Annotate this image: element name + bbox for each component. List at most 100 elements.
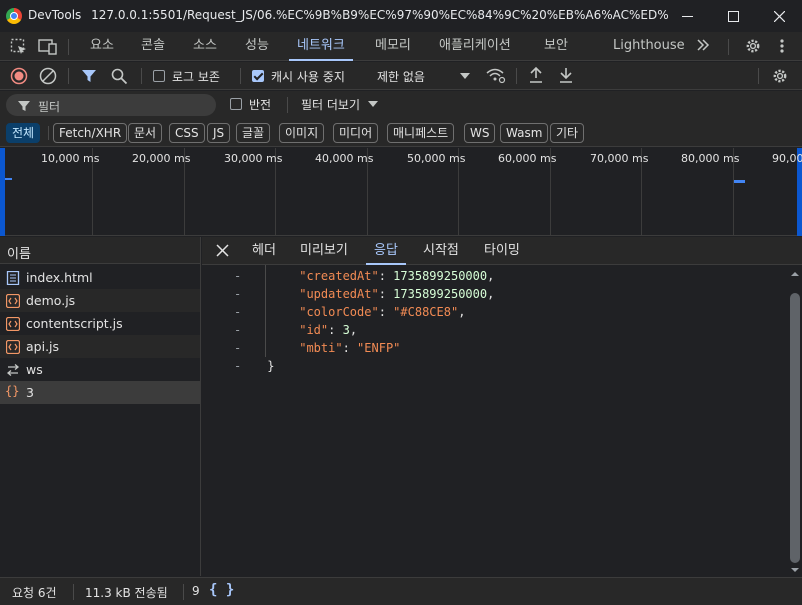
gear-icon: [746, 39, 760, 53]
response-scrollbar[interactable]: [788, 265, 802, 576]
invert-checkbox[interactable]: [230, 98, 242, 110]
chip-js[interactable]: JS: [207, 123, 231, 143]
code-line: -}: [234, 359, 274, 373]
fold-marker: -: [234, 305, 242, 319]
request-row[interactable]: demo.js: [0, 289, 200, 312]
code-line: - "id": 3,: [234, 323, 358, 337]
chip-media[interactable]: 미디어: [333, 123, 379, 143]
json-key: "mbti": [299, 341, 343, 355]
more-tabs-button[interactable]: [695, 37, 711, 57]
network-settings-button[interactable]: [771, 67, 789, 88]
import-har-button[interactable]: [528, 66, 544, 87]
minimize-button[interactable]: [664, 0, 710, 32]
tab-performance[interactable]: 성능: [245, 32, 269, 61]
throttling-select[interactable]: 제한 없음: [377, 62, 472, 90]
chip-fetch-xhr[interactable]: Fetch/XHR: [53, 123, 128, 143]
close-icon: [773, 10, 785, 22]
tab-security[interactable]: 보안: [544, 32, 568, 61]
scroll-up-arrow-icon[interactable]: [788, 269, 802, 279]
tab-headers[interactable]: 헤더: [252, 237, 276, 265]
timeline-left-handle[interactable]: [0, 148, 5, 236]
filter-input[interactable]: 필터: [6, 94, 216, 116]
kebab-menu-icon: [780, 39, 784, 53]
tab-application[interactable]: 애플리케이션: [439, 32, 511, 61]
request-row[interactable]: index.html: [0, 266, 200, 289]
scroll-thumb[interactable]: [790, 293, 800, 563]
scroll-down-arrow-icon[interactable]: [788, 565, 802, 575]
disable-cache-checkbox[interactable]: [252, 70, 264, 82]
close-detail-button[interactable]: [216, 244, 229, 260]
timeline-overview[interactable]: 10,000 ms 20,000 ms 30,000 ms 40,000 ms …: [0, 148, 802, 236]
tab-response[interactable]: 응답: [366, 237, 406, 265]
code-line: - "mbti": "ENFP": [234, 341, 401, 355]
json-value: "ENFP": [357, 341, 401, 355]
timeline-request-bar: [734, 180, 745, 183]
close-window-button[interactable]: [756, 0, 802, 32]
export-har-button[interactable]: [558, 66, 574, 87]
caret-down-icon: [460, 73, 470, 79]
preserve-log-label: 로그 보존: [172, 70, 220, 84]
request-name: ws: [26, 362, 43, 377]
tab-memory[interactable]: 메모리: [375, 32, 411, 61]
minimize-icon: [681, 15, 693, 17]
chip-all[interactable]: 전체: [6, 123, 41, 143]
divider: [183, 584, 184, 600]
more-filters-label: 필터 더보기: [301, 98, 361, 112]
tab-sources[interactable]: 소스: [193, 32, 217, 61]
upload-icon: [530, 66, 542, 83]
wifi-settings-icon: [486, 68, 506, 84]
chip-other[interactable]: 기타: [550, 123, 585, 143]
tab-timing[interactable]: 타이밍: [484, 237, 520, 265]
record-button[interactable]: [10, 67, 28, 88]
tab-network[interactable]: 네트워크: [289, 32, 353, 61]
divider: [728, 39, 729, 55]
chip-image[interactable]: 이미지: [279, 123, 325, 143]
clear-button[interactable]: [39, 67, 57, 88]
timeline-tick-label: 40,000 ms: [315, 152, 374, 165]
filter-toggle-button[interactable]: [81, 68, 97, 87]
device-toolbar-button[interactable]: [38, 38, 58, 59]
request-row[interactable]: contentscript.js: [0, 312, 200, 335]
request-count: 요청 6건: [12, 586, 57, 600]
request-row[interactable]: api.js: [0, 335, 200, 358]
json-key: "createdAt": [299, 269, 379, 283]
preserve-log-checkbox[interactable]: [153, 70, 165, 82]
settings-button[interactable]: [744, 37, 762, 58]
tab-lighthouse[interactable]: Lighthouse: [613, 32, 685, 61]
request-row-selected[interactable]: {} 3: [0, 381, 200, 404]
inspect-cursor-icon: [10, 38, 26, 54]
tab-initiator[interactable]: 시작점: [423, 237, 459, 265]
divider: [516, 68, 517, 84]
chip-font[interactable]: 글꼴: [236, 123, 271, 143]
tab-console[interactable]: 콘솔: [141, 32, 165, 61]
name-column-header[interactable]: 이름: [0, 237, 200, 264]
request-row[interactable]: ws: [0, 358, 200, 381]
chip-ws[interactable]: WS: [464, 123, 496, 143]
pretty-print-button[interactable]: { }: [209, 582, 234, 598]
divider: [758, 68, 759, 84]
clear-icon: [39, 67, 57, 85]
request-name: api.js: [26, 339, 60, 354]
chip-document[interactable]: 문서: [128, 123, 163, 143]
timeline-tick-label: 80,000 ms: [681, 152, 740, 165]
tab-preview[interactable]: 미리보기: [300, 237, 348, 265]
record-stop-icon: [10, 67, 28, 85]
maximize-button[interactable]: [710, 0, 756, 32]
network-statusbar: 요청 6건 11.3 kB 전송됨 9 { }: [0, 577, 802, 605]
app-name: DevTools: [28, 8, 82, 22]
tab-elements[interactable]: 요소: [90, 32, 114, 61]
json-punctuation: ,: [458, 305, 466, 319]
inspect-element-button[interactable]: [10, 38, 28, 59]
more-options-button[interactable]: [778, 37, 786, 58]
chip-css[interactable]: CSS: [169, 123, 205, 143]
network-conditions-button[interactable]: [486, 66, 506, 87]
search-button[interactable]: [111, 68, 128, 88]
network-toolbar: 로그 보존 캐시 사용 중지 제한 없음: [0, 62, 802, 90]
json-value: "#C88CE8": [393, 305, 459, 319]
code-line: - "createdAt": 1735899250000,: [234, 269, 495, 283]
chip-wasm[interactable]: Wasm: [500, 123, 549, 143]
chrome-logo-icon: [6, 8, 22, 24]
chip-manifest[interactable]: 매니페스트: [387, 123, 455, 143]
more-filters-button[interactable]: 필터 더보기: [301, 96, 379, 113]
timeline-tick-label: 30,000 ms: [224, 152, 283, 165]
